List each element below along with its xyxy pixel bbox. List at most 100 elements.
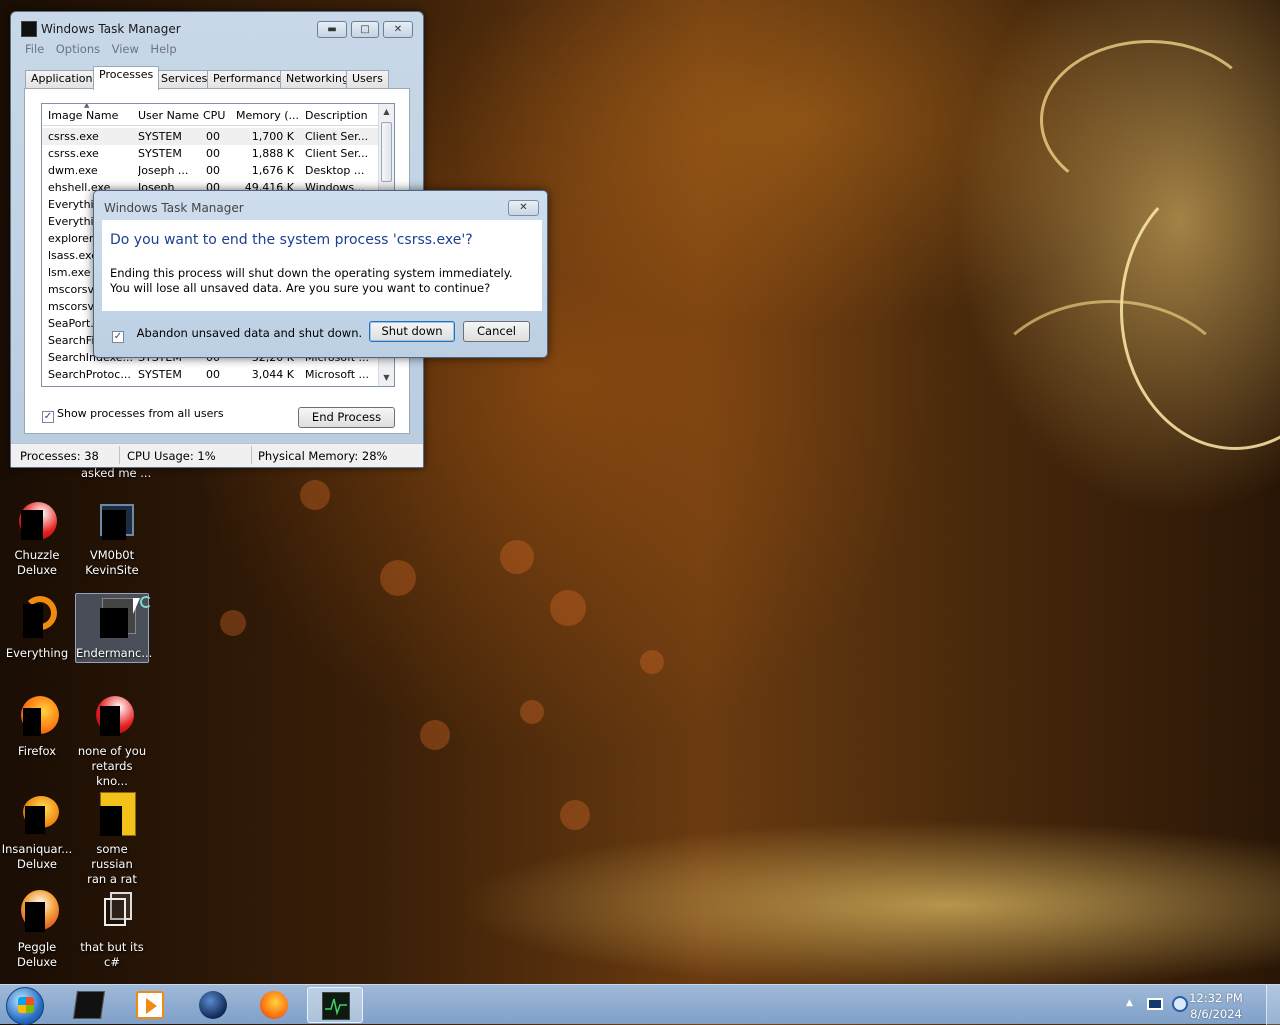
status-processes: Processes: 38 — [20, 449, 99, 463]
chuzzle-icon — [13, 496, 61, 544]
desktop-icon-that-but-its[interactable]: that but its c# — [75, 888, 149, 970]
show-hidden-icons-icon[interactable]: ▲ — [1126, 998, 1133, 1008]
desktop-icon-label: Firefox — [17, 744, 57, 758]
menu-file[interactable]: File — [25, 42, 44, 56]
desktop-icon-label: Peggle — [17, 940, 57, 954]
firefox-icon — [13, 692, 61, 740]
desktop-icon-some-russian[interactable]: some russian ran a rat — [75, 790, 149, 887]
desktop-icon-label: Endermanc... — [76, 646, 153, 660]
fish-icon — [13, 790, 61, 838]
everything-search-icon — [13, 594, 61, 642]
scroll-up-icon[interactable]: ▲ — [379, 104, 394, 120]
chuzzle-icon — [88, 692, 136, 740]
close-icon: ✕ — [393, 24, 403, 35]
show-all-users-checkbox[interactable]: ✓ Show processes from all users — [42, 407, 224, 423]
taskbar-pin-terminal[interactable] — [61, 987, 117, 1023]
end-process-button[interactable]: End Process — [298, 407, 395, 428]
globe-icon — [199, 991, 227, 1019]
taskbar-pin-globe[interactable] — [185, 987, 241, 1023]
tab-networking[interactable]: Networking — [280, 70, 355, 88]
dialog-close-button[interactable]: ✕ — [508, 200, 539, 216]
shut-down-button[interactable]: Shut down — [369, 321, 455, 342]
taskbar: ▲ 12:32 PM 8/6/2024 — [0, 984, 1280, 1025]
desktop-icon-label: Insaniquar... — [1, 842, 73, 856]
desktop-icon-label: some russian — [91, 842, 133, 871]
cell-image-name: dwm.exe — [48, 164, 98, 177]
show-desktop-button[interactable] — [1266, 985, 1280, 1025]
windows-logo-icon — [18, 997, 34, 1013]
show-all-label: Show processes from all users — [57, 407, 224, 420]
task-manager-icon — [21, 21, 37, 37]
firefox-icon — [260, 991, 288, 1019]
taskbar-pin-media-player[interactable] — [122, 987, 178, 1023]
scroll-thumb[interactable] — [381, 122, 392, 182]
desktop-icon-everything[interactable]: Everything — [0, 594, 74, 661]
table-row[interactable]: dwm.exe Joseph ... 00 1,676 K Desktop ... — [42, 162, 380, 179]
maximize-button[interactable]: □ — [351, 21, 379, 38]
taskbar-pin-firefox[interactable] — [246, 987, 302, 1023]
cell-description: Microsoft ... — [305, 368, 370, 381]
scroll-down-icon[interactable]: ▼ — [379, 370, 394, 386]
cell-memory: 3,044 K — [251, 368, 294, 381]
desktop-icon-label: Deluxe — [17, 857, 57, 871]
clock-time: 12:32 PM — [1189, 991, 1243, 1005]
desktop-icon-endermanch[interactable]: Endermanc... — [75, 593, 153, 663]
cancel-button[interactable]: Cancel — [463, 321, 530, 342]
end-process-dialog[interactable]: Windows Task Manager ✕ Do you want to en… — [93, 190, 548, 358]
minimize-button[interactable]: ▬ — [317, 21, 347, 38]
terminal-icon — [73, 991, 105, 1019]
menu-help[interactable]: Help — [150, 42, 176, 56]
minimize-icon: ▬ — [327, 24, 337, 35]
table-row[interactable]: SearchProtoc... SYSTEM 00 3,044 K Microsoft … — [42, 366, 380, 383]
close-button[interactable]: ✕ — [383, 21, 413, 38]
desktop-icon-vm0b0t[interactable]: VM0b0t KevinSite — [75, 496, 149, 578]
desktop-icon-label: Deluxe — [17, 955, 57, 969]
cell-user-name: SYSTEM — [138, 368, 182, 381]
clock-date: 8/6/2024 — [1190, 1007, 1242, 1021]
dialog-heading: Do you want to end the system process 'c… — [110, 232, 473, 248]
cell-cpu: 00 — [206, 368, 220, 381]
close-icon: ✕ — [519, 202, 528, 213]
process-list-header: ▲ Image Name User Name CPU Memory (... D… — [42, 104, 380, 126]
desktop-icon-chuzzle[interactable]: Chuzzle Deluxe — [0, 496, 74, 578]
desktop-icon-firefox[interactable]: Firefox — [0, 692, 74, 759]
system-clock[interactable]: 12:32 PM 8/6/2024 — [1186, 990, 1246, 1022]
taskbar-pin-task-manager[interactable] — [307, 987, 363, 1023]
desktop-icon-none-of-you[interactable]: none of you retards kno... — [75, 692, 149, 789]
table-row[interactable]: csrss.exe SYSTEM 00 1,888 K Client Ser... — [42, 145, 380, 162]
desktop-icon-label: that but its — [80, 940, 144, 954]
cell-memory: 1,888 K — [251, 147, 294, 160]
column-header-user-name[interactable]: User Name — [138, 109, 200, 122]
cell-description: Client Ser... — [305, 130, 369, 143]
tab-services[interactable]: Services — [155, 70, 214, 88]
dialog-message: Ending this process will shut down the o… — [110, 266, 513, 295]
column-header-description[interactable]: Description — [305, 109, 377, 122]
cell-user-name: SYSTEM — [138, 130, 182, 143]
desktop-icon-insaniquarium[interactable]: Insaniquar... Deluxe — [0, 790, 74, 872]
abandon-data-checkbox[interactable]: ✓ Abandon unsaved data and shut down. — [112, 326, 362, 343]
status-separator — [119, 446, 120, 464]
text-file-icon — [88, 790, 136, 838]
network-icon[interactable] — [1147, 998, 1163, 1010]
cell-cpu: 00 — [206, 164, 220, 177]
tab-processes[interactable]: Processes — [93, 66, 160, 90]
cell-description: Client Ser... — [305, 147, 369, 160]
title-bar[interactable]: Windows Task Manager ▬ □ ✕ — [11, 12, 423, 38]
desktop-icon-label: retards kno... — [91, 759, 133, 788]
desktop-icon-peggle[interactable]: Peggle Deluxe — [0, 888, 74, 970]
column-header-cpu[interactable]: CPU — [203, 109, 231, 122]
menu-options[interactable]: Options — [56, 42, 100, 56]
task-manager-icon — [322, 992, 350, 1020]
start-button[interactable] — [6, 987, 44, 1025]
cell-user-name: Joseph ... — [138, 164, 189, 177]
shortcut-icon — [88, 594, 152, 642]
tab-users[interactable]: Users — [346, 70, 389, 88]
cell-memory: 1,700 K — [251, 130, 294, 143]
dialog-title: Windows Task Manager — [104, 201, 244, 215]
tab-performance[interactable]: Performance — [207, 70, 289, 88]
cell-image-name: SearchProtoc... — [48, 368, 131, 381]
column-header-image-name[interactable]: Image Name — [48, 109, 134, 122]
table-row[interactable]: csrss.exe SYSTEM 00 1,700 K Client Ser... — [42, 128, 380, 145]
menu-view[interactable]: View — [112, 42, 139, 56]
column-header-memory[interactable]: Memory (... — [236, 109, 300, 122]
